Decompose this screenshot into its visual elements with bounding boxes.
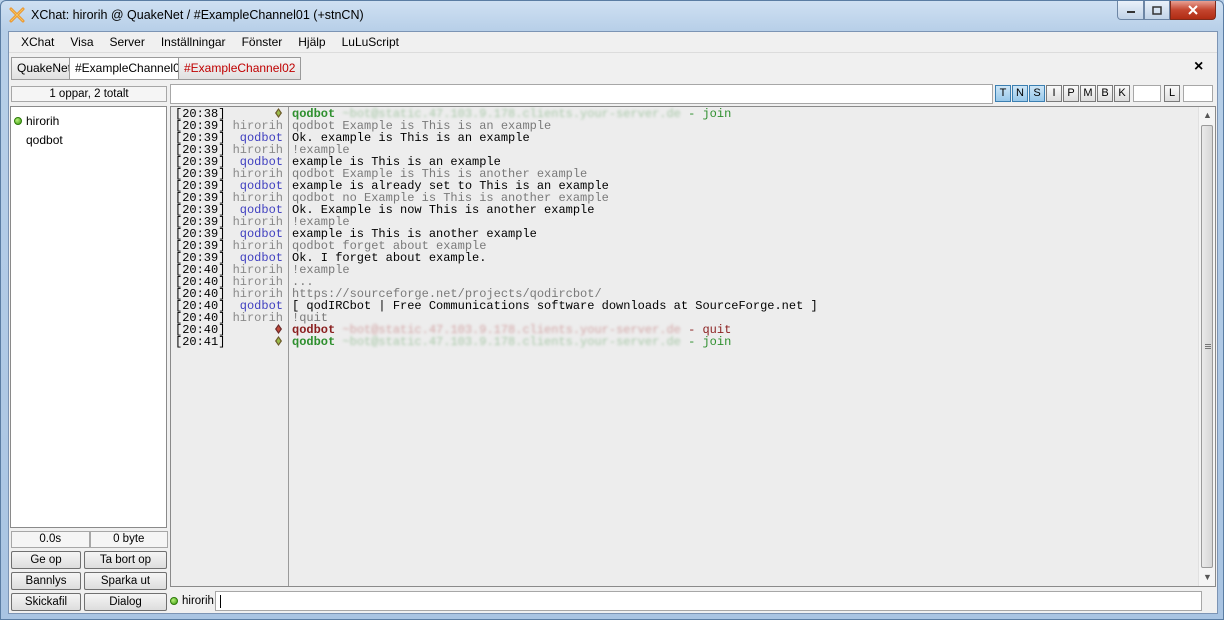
title-bar[interactable]: XChat: hirorih @ QuakeNet / #ExampleChan… xyxy=(1,1,1223,31)
mode-l-button[interactable]: L xyxy=(1164,85,1180,102)
tab-examplechannel02[interactable]: #ExampleChannel02 xyxy=(178,57,302,80)
kick-button[interactable]: Sparka ut xyxy=(84,572,167,590)
menu-visa[interactable]: Visa xyxy=(62,32,101,52)
hostmask: ~bot@static.47.103.9.178.clients.your-se… xyxy=(342,335,689,349)
join-arrow-icon xyxy=(275,108,282,118)
user-name: qodbot xyxy=(26,132,63,147)
timestamp: [20:41] xyxy=(175,335,226,349)
chat-text-area[interactable]: [20:38] qodbot ~bot@static.47.103.9.178.c… xyxy=(170,106,1216,587)
queue-meter: 0 byte xyxy=(89,531,168,548)
remove-op-button[interactable]: Ta bort op xyxy=(84,551,167,569)
text-caret xyxy=(220,595,221,608)
minimize-icon xyxy=(1126,11,1135,13)
nick-button[interactable]: hirorih xyxy=(170,592,214,610)
mode-k-button[interactable]: K xyxy=(1114,85,1130,102)
send-file-button[interactable]: Skickafil xyxy=(11,593,81,611)
app-window: XChat: hirorih @ QuakeNet / #ExampleChan… xyxy=(0,0,1224,620)
user-list: hirorih qodbot xyxy=(10,106,167,528)
channel-tab-bar: QuakeNet #ExampleChannel01 #ExampleChann… xyxy=(9,54,1217,81)
user-name: hirorih xyxy=(26,113,60,128)
key-field[interactable] xyxy=(1133,85,1161,102)
tab-quakenet[interactable]: QuakeNet xyxy=(11,57,78,80)
xchat-logo-icon xyxy=(9,7,25,23)
join-arrow-icon xyxy=(225,336,285,348)
event-action: - join xyxy=(688,335,732,349)
user-count-label: 1 oppar, 2 totalt xyxy=(11,86,167,102)
mode-m-button[interactable]: M xyxy=(1080,85,1096,102)
tab-examplechannel01[interactable]: #ExampleChannel01 xyxy=(69,57,193,80)
user-buttons-row-1: Ge op Ta bort op xyxy=(11,551,167,570)
menu-fonster[interactable]: Fönster xyxy=(234,32,291,52)
client-area: XChat Visa Server Inställningar Fönster … xyxy=(8,31,1218,614)
limit-field[interactable] xyxy=(1183,85,1213,102)
mode-i-button[interactable]: I xyxy=(1046,85,1062,102)
lag-meter: 0.0s xyxy=(11,531,90,548)
message-input[interactable] xyxy=(215,591,1202,611)
user-list-item[interactable]: hirorih xyxy=(11,111,166,130)
dialog-button[interactable]: Dialog xyxy=(84,593,167,611)
close-icon xyxy=(1188,5,1198,15)
quit-arrow-icon xyxy=(275,324,282,334)
give-op-button[interactable]: Ge op xyxy=(11,551,81,569)
chat-lines: [20:38] qodbot ~bot@static.47.103.9.178.c… xyxy=(175,108,818,348)
window-title: XChat: hirorih @ QuakeNet / #ExampleChan… xyxy=(31,8,364,22)
maximize-button[interactable] xyxy=(1144,1,1170,20)
mode-n-button[interactable]: N xyxy=(1012,85,1028,102)
lag-meters: 0.0s 0 byte xyxy=(11,531,168,548)
op-status-icon xyxy=(14,116,22,125)
op-status-icon xyxy=(170,597,178,605)
message-text: [ qodIRCbot | Free Communications softwa… xyxy=(292,299,818,313)
message-nick[interactable]: hirorih xyxy=(225,312,285,324)
mode-p-button[interactable]: P xyxy=(1063,85,1079,102)
ban-button[interactable]: Bannlys xyxy=(11,572,81,590)
menu-bar: XChat Visa Server Inställningar Fönster … xyxy=(9,32,1217,53)
mode-s-button[interactable]: S xyxy=(1029,85,1045,102)
close-button[interactable] xyxy=(1170,1,1216,20)
menu-hjalp[interactable]: Hjälp xyxy=(290,32,333,52)
menu-installningar[interactable]: Inställningar xyxy=(153,32,234,52)
event-nick[interactable]: qodbot xyxy=(292,335,335,349)
mode-t-button[interactable]: T xyxy=(995,85,1011,102)
scroll-up-icon[interactable]: ▲ xyxy=(1203,111,1212,120)
minimize-button[interactable] xyxy=(1117,1,1144,20)
join-message: qodbot ~bot@static.47.103.9.178.clients.… xyxy=(285,336,731,348)
current-nick: hirorih xyxy=(182,595,214,607)
menu-luluscript[interactable]: LuLuScript xyxy=(334,32,407,52)
maximize-icon xyxy=(1152,5,1162,15)
scroll-down-icon[interactable]: ▼ xyxy=(1203,573,1212,582)
topic-input[interactable] xyxy=(170,84,993,104)
close-tab-icon[interactable]: × xyxy=(1194,58,1203,76)
user-buttons-row-3: Skickafil Dialog xyxy=(11,593,167,612)
join-message: qodbot ~bot@static.47.103.9.178.clients.… xyxy=(285,108,731,120)
chat-line: [20:41] qodbot ~bot@static.47.103.9.178.c… xyxy=(175,336,818,348)
menu-server[interactable]: Server xyxy=(102,32,153,52)
channel-mode-buttons: T N S I P M B K L xyxy=(995,85,1213,103)
mode-b-button[interactable]: B xyxy=(1097,85,1113,102)
hostmask: ~bot@static.47.103.9.178.clients.your-se… xyxy=(342,107,689,121)
join-arrow-icon xyxy=(275,336,282,346)
chat-scrollbar[interactable]: ▲ ▼ xyxy=(1198,107,1215,586)
quit-arrow-icon xyxy=(225,324,285,336)
menu-xchat[interactable]: XChat xyxy=(13,32,62,52)
scroll-thumb[interactable] xyxy=(1201,125,1213,568)
user-buttons-row-2: Bannlys Sparka ut xyxy=(11,572,167,591)
user-list-item[interactable]: qodbot xyxy=(11,130,166,149)
event-action: - join xyxy=(688,107,732,121)
